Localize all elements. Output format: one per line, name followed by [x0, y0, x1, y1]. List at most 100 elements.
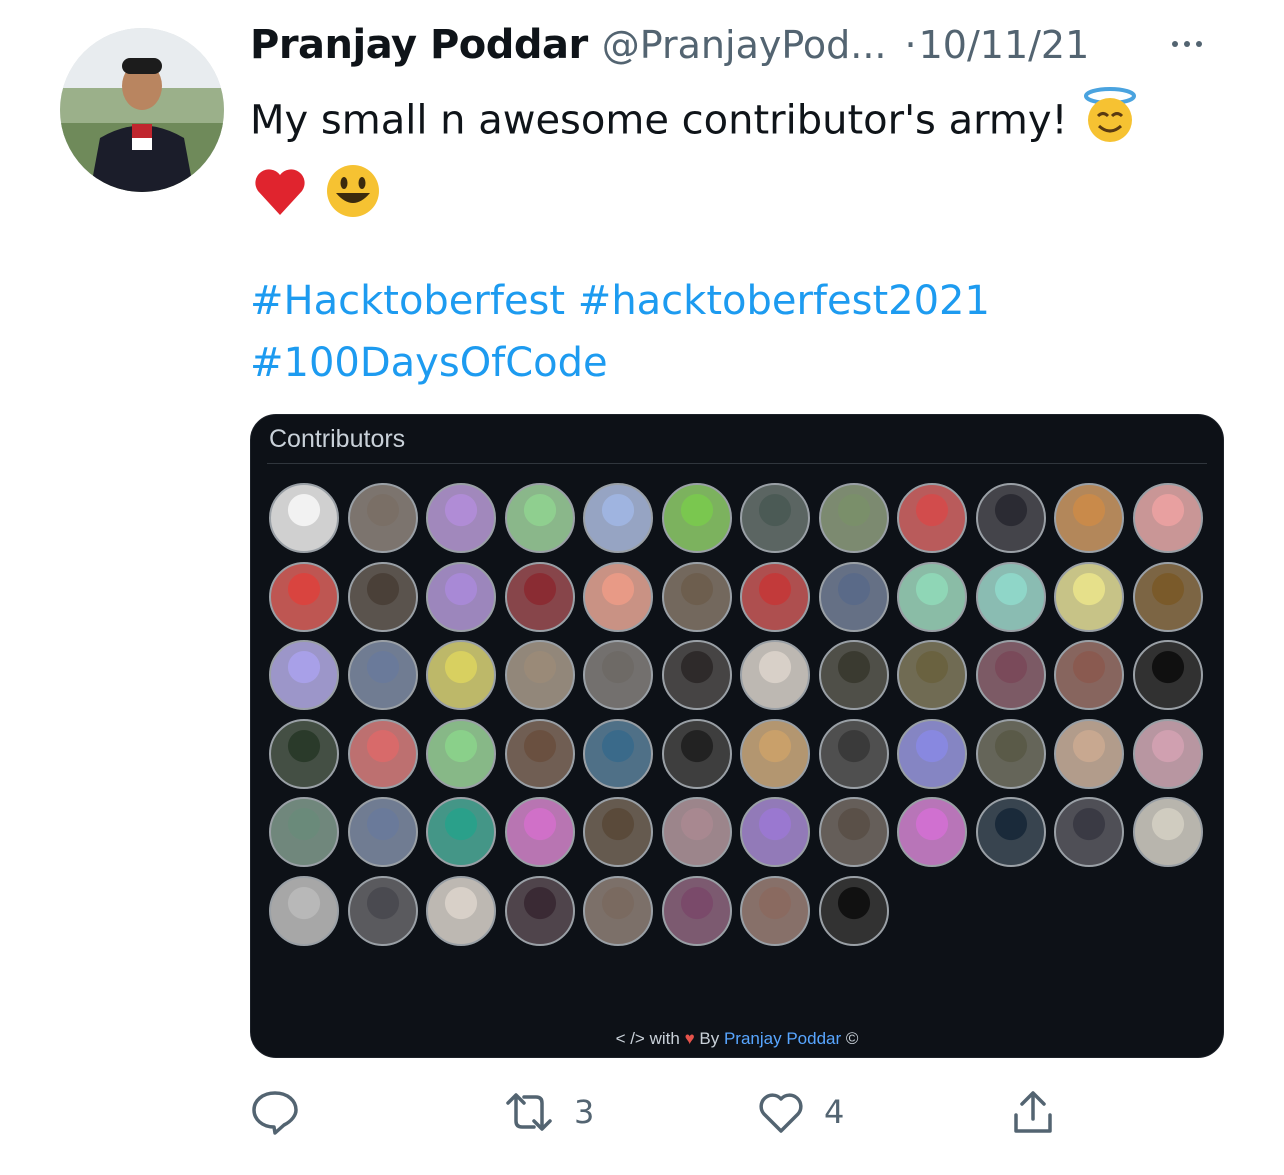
contributor-avatar [661, 561, 732, 632]
like-count: 4 [824, 1093, 845, 1131]
contributor-avatar [740, 797, 810, 867]
contributor-avatar [583, 561, 653, 632]
contributor-avatar [583, 483, 653, 553]
heart-icon [759, 1093, 803, 1133]
contributor-avatar [897, 483, 967, 553]
tweet-actions: 3 4 [250, 1084, 1070, 1140]
contributor-avatar [426, 483, 496, 553]
contributor-avatar [347, 640, 418, 710]
media-title: Contributors [269, 425, 406, 453]
contributor-avatar [897, 797, 967, 867]
more-options-icon[interactable] [1172, 30, 1222, 58]
hashtag-100daysofcode[interactable]: #100DaysOfCode [250, 340, 608, 386]
contributor-avatar [504, 483, 575, 553]
contributor-avatar [740, 561, 810, 632]
contributor-avatar [583, 875, 653, 946]
smiling-face-with-halo-icon [1080, 84, 1140, 161]
author-avatar-image [60, 28, 224, 192]
contributor-avatar [583, 640, 653, 710]
contributor-avatar [426, 797, 496, 867]
contributor-avatar [975, 561, 1046, 632]
contributor-avatar [269, 718, 339, 789]
contributor-avatar [1054, 561, 1124, 632]
contributor-avatar [1132, 483, 1203, 553]
reply-icon [252, 1091, 298, 1135]
author-handle[interactable]: @PranjayPod... [602, 23, 887, 67]
media-footer: < /> with ♥ By Pranjay Poddar © [251, 1029, 1223, 1049]
contributor-avatar [1054, 718, 1124, 789]
tweet-media-image[interactable]: Contributors < /> with ♥ By Pranjay Podd… [250, 414, 1224, 1058]
contributor-avatar [818, 561, 889, 632]
media-divider [267, 463, 1207, 464]
contributor-avatar [661, 797, 732, 867]
contributor-avatar [661, 875, 732, 946]
contributor-avatar [818, 640, 889, 710]
contributor-avatar [661, 483, 732, 553]
contributor-avatar [818, 797, 889, 867]
contributor-avatar [975, 483, 1046, 553]
tweet-header: Pranjay Poddar @PranjayPod... · 10/11/21 [250, 22, 1089, 72]
contributor-avatar [975, 797, 1046, 867]
author-avatar[interactable] [60, 28, 224, 192]
contributor-avatar [818, 875, 889, 946]
contributor-avatar [347, 875, 418, 946]
contributor-avatar [504, 797, 575, 867]
contributor-avatar [347, 561, 418, 632]
tweet-body: My small n awesome contributor's army! [250, 97, 1068, 144]
contributor-avatar [269, 483, 339, 553]
contributor-avatar [740, 483, 810, 553]
contributor-avatar [1132, 797, 1203, 867]
contributor-avatar [661, 640, 732, 710]
tweet-date[interactable]: 10/11/21 [919, 23, 1090, 67]
contributor-avatar [897, 718, 967, 789]
contributor-avatar [583, 797, 653, 867]
header-separator: · [904, 23, 917, 67]
contributor-avatar [818, 718, 889, 789]
hashtags: #Hacktoberfest #hacktoberfest2021 #100Da… [250, 270, 990, 394]
like-button[interactable]: 4 [756, 1084, 844, 1140]
author-name[interactable]: Pranjay Poddar [250, 22, 588, 68]
footer-prefix: < /> with [615, 1029, 680, 1048]
retweet-count: 3 [574, 1093, 595, 1131]
contributor-avatar [426, 640, 496, 710]
contributor-avatar [897, 561, 967, 632]
share-button[interactable] [1008, 1084, 1058, 1140]
contributor-avatar [504, 875, 575, 946]
footer-heart-icon: ♥ [684, 1029, 695, 1048]
contributor-avatar [740, 718, 810, 789]
contributor-avatar [975, 640, 1046, 710]
hashtag-hacktoberfest2021[interactable]: #hacktoberfest2021 [578, 278, 990, 324]
contributor-avatar [269, 875, 339, 946]
contributor-avatar [583, 718, 653, 789]
contributor-avatar [504, 640, 575, 710]
contributor-avatar [504, 561, 575, 632]
reply-button[interactable] [250, 1084, 318, 1140]
contributor-avatar [1132, 640, 1203, 710]
contributor-avatar [1132, 718, 1203, 789]
retweet-button[interactable]: 3 [502, 1084, 594, 1140]
contributor-avatar [1054, 797, 1124, 867]
contributor-avatar [347, 483, 418, 553]
contributor-avatar [269, 640, 339, 710]
contributor-avatar [347, 797, 418, 867]
contributor-avatar [661, 718, 732, 789]
contributor-avatar [975, 718, 1046, 789]
contributor-avatar [897, 640, 967, 710]
contributor-avatar [1132, 561, 1203, 632]
footer-by: By [699, 1029, 720, 1048]
contributor-avatar [740, 875, 810, 946]
contributor-avatar [426, 718, 496, 789]
retweet-icon [506, 1093, 552, 1131]
footer-author-link[interactable]: Pranjay Poddar [724, 1029, 841, 1048]
tweet-text: My small n awesome contributor's army! [250, 84, 1250, 238]
hashtag-hacktoberfest[interactable]: #Hacktoberfest [250, 278, 565, 324]
contributor-avatar [269, 561, 339, 632]
contributor-avatar [347, 718, 418, 789]
red-heart-icon [250, 161, 310, 238]
contributor-avatar [504, 718, 575, 789]
contributor-avatar [818, 483, 889, 553]
contributor-avatar [269, 797, 339, 867]
contributor-avatar [426, 561, 496, 632]
grinning-face-icon [323, 161, 383, 238]
contributor-avatar [1054, 483, 1124, 553]
